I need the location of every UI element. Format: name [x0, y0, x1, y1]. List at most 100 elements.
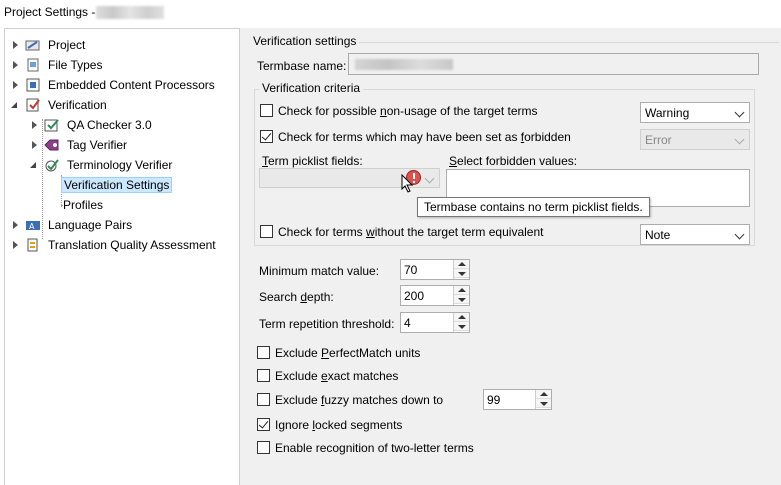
term-picklist-label: Term picklist fields: [262, 154, 363, 168]
stepper-buttons[interactable] [453, 286, 469, 305]
chevron-down-icon [424, 173, 435, 184]
tree-item-profiles[interactable]: Profiles [61, 196, 105, 214]
exclude-exact-checkbox[interactable] [257, 369, 270, 382]
tree-item-label: Verification Settings [61, 177, 173, 193]
blurred-termbase-name [355, 59, 453, 70]
repetition-threshold-stepper[interactable]: 4 [400, 312, 470, 333]
nonusage-severity-select[interactable]: Warning [640, 102, 750, 123]
two-letter-terms-label[interactable]: Enable recognition of two-letter terms [275, 441, 474, 455]
forbidden-checkbox[interactable] [260, 130, 273, 143]
termbase-name-field[interactable] [348, 53, 759, 75]
without-equivalent-severity-select[interactable]: Note [640, 224, 750, 245]
settings-tree[interactable]: Project File Types Embedded Content Proc… [4, 28, 240, 485]
terminology-verifier-icon [44, 158, 60, 172]
tree-item-terminology-verifier[interactable]: Terminology Verifier [30, 156, 174, 174]
chevron-down-icon [734, 107, 745, 118]
title-bar: Project Settings - [0, 0, 781, 26]
tag-verifier-icon [44, 138, 60, 152]
without-equivalent-label[interactable]: Check for terms without the target term … [278, 225, 543, 239]
tree-item-label: Translation Quality Assessment [48, 238, 216, 252]
exclude-fuzzy-label[interactable]: Exclude fuzzy matches down to [275, 393, 443, 407]
ignore-locked-checkbox[interactable] [257, 418, 270, 431]
picklist-tooltip: Termbase contains no term picklist field… [417, 197, 650, 217]
fuzzy-threshold-stepper[interactable]: 99 [483, 389, 552, 410]
spin-down-icon[interactable] [536, 399, 551, 408]
tree-item-qa-checker[interactable]: QA Checker 3.0 [30, 116, 154, 134]
qa-checker-icon [44, 118, 60, 132]
chevron-down-icon [734, 229, 745, 240]
verification-icon [25, 98, 41, 112]
stepper-buttons[interactable] [453, 313, 469, 332]
tree-item-tag-verifier[interactable]: Tag Verifier [30, 136, 129, 154]
spin-up-icon[interactable] [454, 313, 469, 322]
stepper-buttons[interactable] [453, 260, 469, 279]
tree-item-label: Terminology Verifier [67, 158, 173, 172]
termbase-name-label: Termbase name: [257, 59, 347, 73]
search-depth-stepper[interactable]: 200 [400, 285, 470, 306]
nonusage-checkbox[interactable] [260, 104, 273, 117]
collapse-icon[interactable] [11, 101, 19, 109]
min-match-stepper[interactable]: 70 [400, 259, 470, 280]
exclude-fuzzy-checkbox[interactable] [257, 393, 270, 406]
exclude-exact-label[interactable]: Exclude exact matches [275, 369, 398, 383]
expand-icon[interactable] [11, 241, 19, 249]
exclude-perfectmatch-checkbox[interactable] [257, 346, 270, 359]
exclude-perfectmatch-label[interactable]: Exclude PerfectMatch units [275, 346, 420, 360]
stepper-buttons[interactable] [535, 390, 551, 409]
expand-icon[interactable] [30, 121, 38, 129]
section-divider [359, 42, 779, 43]
quality-assessment-icon [25, 238, 41, 252]
without-equivalent-severity-value: Note [645, 227, 671, 242]
tree-item-label: Project [48, 38, 86, 52]
expand-icon[interactable] [11, 221, 19, 229]
verification-settings-panel: Verification settings Termbase name: Ver… [243, 28, 781, 485]
two-letter-terms-checkbox[interactable] [257, 441, 270, 454]
tree-item-file-types[interactable]: File Types [11, 56, 104, 74]
nonusage-label[interactable]: Check for possible non-usage of the targ… [278, 104, 537, 118]
forbidden-values-label: Select forbidden values: [449, 154, 578, 168]
window-title: Project Settings - [4, 5, 96, 19]
mouse-cursor-icon [401, 174, 414, 193]
tree-item-label: Embedded Content Processors [48, 78, 215, 92]
search-depth-label: Search depth: [259, 290, 334, 304]
expand-icon[interactable] [11, 61, 19, 69]
forbidden-label[interactable]: Check for terms which may have been set … [278, 130, 571, 144]
repetition-threshold-label: Term repetition threshold: [259, 317, 395, 331]
tree-item-language-pairs[interactable]: A Language Pairs [11, 216, 134, 234]
nonusage-severity-value: Warning [645, 105, 690, 120]
section-title: Verification settings [253, 34, 357, 48]
tree-item-label: Verification [48, 98, 107, 112]
svg-text:A: A [29, 222, 35, 231]
spin-down-icon[interactable] [454, 269, 469, 278]
tree-item-label: Language Pairs [48, 218, 133, 232]
fuzzy-threshold-value: 99 [487, 392, 501, 407]
repetition-threshold-value: 4 [404, 315, 411, 330]
chevron-down-icon [734, 134, 745, 145]
embedded-content-icon [25, 78, 41, 92]
tree-item-label: Profiles [63, 198, 104, 212]
expand-icon[interactable] [30, 141, 38, 149]
spin-up-icon[interactable] [454, 260, 469, 269]
tree-item-translation-quality-assessment[interactable]: Translation Quality Assessment [11, 236, 218, 254]
project-icon [25, 38, 41, 52]
without-equivalent-checkbox[interactable] [260, 225, 273, 238]
spin-down-icon[interactable] [454, 322, 469, 331]
language-pairs-icon: A [25, 218, 41, 232]
tree-item-embedded-content-processors[interactable]: Embedded Content Processors [11, 76, 217, 94]
spin-up-icon[interactable] [454, 286, 469, 295]
min-match-value: 70 [404, 262, 418, 277]
expand-icon[interactable] [11, 81, 19, 89]
tree-item-verification[interactable]: Verification [11, 96, 109, 114]
search-depth-value: 200 [404, 288, 425, 303]
verification-criteria-title: Verification criteria [259, 81, 364, 95]
spin-up-icon[interactable] [536, 390, 551, 399]
ignore-locked-label[interactable]: Ignore locked segments [275, 418, 402, 432]
tree-item-verification-settings[interactable]: Verification Settings [61, 176, 173, 194]
collapse-icon[interactable] [30, 161, 38, 169]
expand-icon[interactable] [11, 41, 19, 49]
tree-item-project[interactable]: Project [11, 36, 87, 54]
tree-item-label: File Types [48, 58, 103, 72]
min-match-label: Minimum match value: [259, 264, 380, 278]
forbidden-severity-select[interactable]: Error [640, 129, 750, 150]
spin-down-icon[interactable] [454, 295, 469, 304]
